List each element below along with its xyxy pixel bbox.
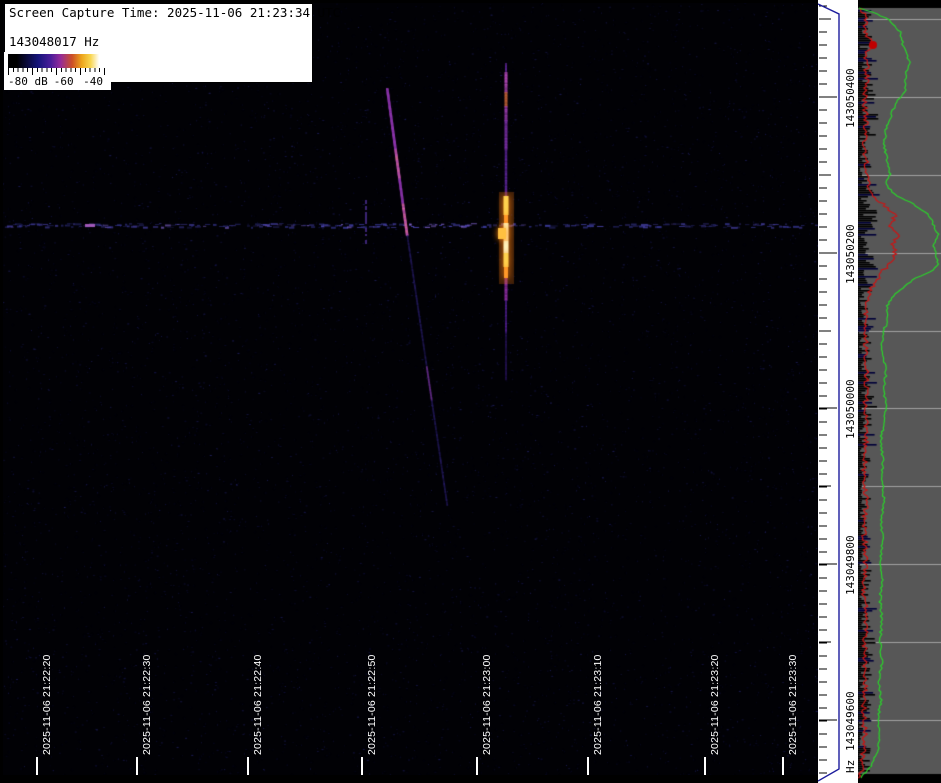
frequency-label: 143050400 (844, 68, 857, 128)
time-label: 2025-11-06 21:22:40 (252, 654, 264, 755)
colorbar-max-label: -40 (83, 75, 103, 88)
time-tick (361, 757, 363, 775)
colorbar-min-label: -80 dB (8, 75, 48, 88)
colorbar-gradient (8, 54, 105, 68)
time-label: 2025-11-06 21:23:20 (709, 654, 721, 755)
time-label: 2025-11-06 21:23:10 (592, 654, 604, 755)
time-label: 2025-11-06 21:23:00 (481, 654, 493, 755)
axis-bracket-line (817, 3, 840, 782)
center-frequency-text: 143048017 Hz (9, 34, 100, 49)
time-label: 2025-11-06 21:23:30 (787, 654, 799, 755)
spectrogram-canvas (3, 3, 818, 775)
colorbar-ruler (8, 68, 105, 75)
spectrum-panel (858, 0, 941, 783)
app-window: Screen Capture Time: 2025-11-06 21:23:34… (0, 0, 941, 783)
colorbar-labels: -80 dB -60 -40 (8, 75, 105, 88)
time-label: 2025-11-06 21:22:30 (141, 654, 153, 755)
colorbar-mid-label: -60 (53, 75, 74, 88)
spectrogram-panel: Screen Capture Time: 2025-11-06 21:23:34… (3, 3, 818, 775)
colorbar: -80 dB -60 -40 (4, 52, 111, 90)
time-tick (136, 757, 138, 775)
frequency-label: 143049600 (844, 691, 857, 751)
spectrum-canvas (858, 0, 941, 783)
frequency-label: 143050000 (844, 379, 857, 439)
frequency-unit-label: Hz (844, 759, 857, 773)
time-tick (782, 757, 784, 775)
time-tick (587, 757, 589, 775)
frequency-label: 143050200 (844, 224, 857, 284)
time-label: 2025-11-06 21:22:20 (41, 654, 53, 755)
frequency-axis: 143050400 143050200 143050000 143049800 1430… (817, 0, 858, 783)
time-tick (247, 757, 249, 775)
time-tick (476, 757, 478, 775)
time-label: 2025-11-06 21:22:50 (366, 654, 378, 755)
frequency-label: 143049800 (844, 535, 857, 595)
capture-time-text: Screen Capture Time: 2025-11-06 21:23:34… (9, 5, 341, 20)
time-tick (36, 757, 38, 775)
time-tick (704, 757, 706, 775)
